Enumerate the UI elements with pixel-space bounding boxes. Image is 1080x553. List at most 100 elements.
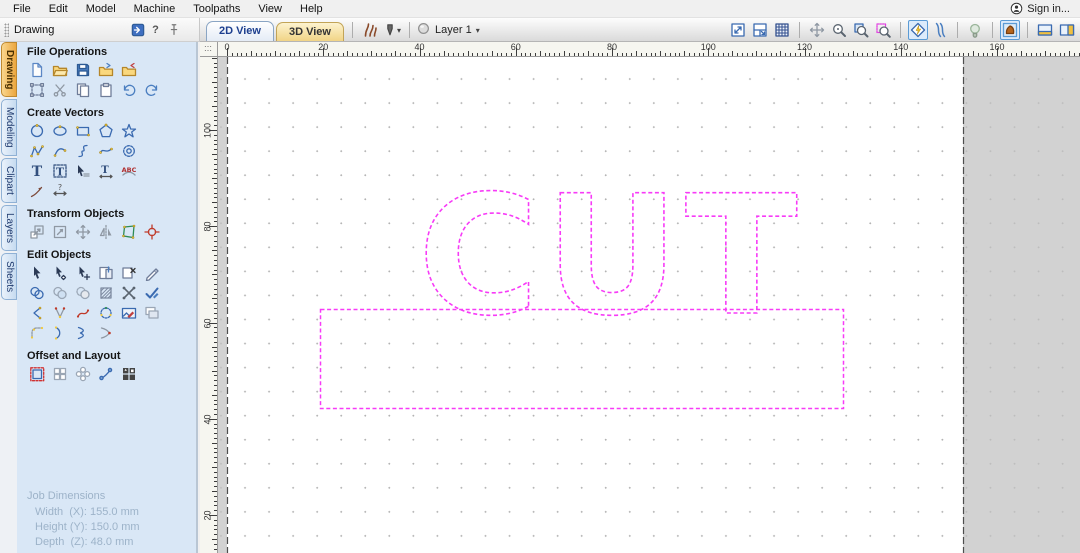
copy-button[interactable]: [73, 81, 93, 99]
select-tool-button[interactable]: [27, 264, 47, 282]
draw-curve-button[interactable]: [73, 142, 93, 160]
crop-picture-button[interactable]: [142, 304, 162, 322]
zoom-interactive-button[interactable]: [829, 20, 849, 40]
draw-smooth-curve-button[interactable]: [96, 142, 116, 160]
toggle-snapping-button[interactable]: [908, 20, 928, 40]
side-tab-sheets[interactable]: Sheets: [1, 253, 17, 300]
circular-copy-button[interactable]: [73, 365, 93, 383]
side-tab-layers[interactable]: Layers: [1, 205, 17, 251]
vector-text-cut[interactable]: CUT: [418, 160, 804, 352]
open-file-button[interactable]: [50, 61, 70, 79]
measure-tool-button[interactable]: ?: [50, 182, 70, 200]
menu-edit[interactable]: Edit: [40, 2, 77, 16]
set-position-button[interactable]: [50, 223, 70, 241]
zoom-selected-button[interactable]: [873, 20, 893, 40]
weld-vectors-button[interactable]: [27, 284, 47, 302]
vector-trim-button[interactable]: [119, 284, 139, 302]
export-vectors-button[interactable]: [119, 61, 139, 79]
toggle-shading-button[interactable]: [965, 20, 985, 40]
node-edit-tool-button[interactable]: [50, 264, 70, 282]
menu-toolpaths[interactable]: Toolpaths: [184, 2, 249, 16]
tab-3d-view[interactable]: 3D View: [276, 22, 344, 41]
draw-polyline-button[interactable]: [27, 142, 47, 160]
draw-arc-button[interactable]: [50, 142, 70, 160]
draw-text-button[interactable]: T: [27, 162, 47, 180]
join-vectors-line-button[interactable]: [50, 324, 70, 342]
subtract-vectors-button[interactable]: [50, 284, 70, 302]
measure-pen-tool-button[interactable]: [142, 264, 162, 282]
toggle-guides-button[interactable]: [930, 20, 950, 40]
side-tab-modeling[interactable]: Modeling: [1, 99, 17, 156]
zoom-box-button[interactable]: [851, 20, 871, 40]
trim-overlap-button[interactable]: [73, 284, 93, 302]
menu-model[interactable]: Model: [77, 2, 125, 16]
draw-star-button[interactable]: [119, 122, 139, 140]
offset-vectors-button[interactable]: [27, 365, 47, 383]
delete-object-tool-button[interactable]: [119, 264, 139, 282]
menu-view[interactable]: View: [249, 2, 291, 16]
draw-dimension-button[interactable]: [27, 182, 47, 200]
text-selection-button[interactable]: [73, 162, 93, 180]
set-size-button[interactable]: [27, 223, 47, 241]
undo-button[interactable]: [119, 81, 139, 99]
menu-help[interactable]: Help: [291, 2, 332, 16]
pan-view-button[interactable]: [807, 20, 827, 40]
job-setup-button[interactable]: [27, 81, 47, 99]
dock-panel-button[interactable]: [130, 22, 145, 37]
ruler-tick: [631, 53, 632, 57]
toggle-material-button[interactable]: [1000, 20, 1020, 40]
toggle-grid-button[interactable]: [772, 20, 792, 40]
draw-ellipse-button[interactable]: [50, 122, 70, 140]
new-file-button[interactable]: [27, 61, 47, 79]
ruler-origin-box[interactable]: ⋯⋯: [200, 42, 218, 57]
interactive-move-tool-button[interactable]: [73, 264, 93, 282]
tile-windows-button[interactable]: [750, 20, 770, 40]
layout-vertical-split-button[interactable]: [1057, 20, 1077, 40]
distort-button[interactable]: [119, 223, 139, 241]
pin-panel-button[interactable]: [166, 22, 181, 37]
fillet-vectors-button[interactable]: [27, 324, 47, 342]
menu-machine[interactable]: Machine: [125, 2, 185, 16]
letter-spacing-tool-button[interactable]: T: [96, 162, 116, 180]
join-vectors-move-button[interactable]: [96, 324, 116, 342]
panel-drag-handle[interactable]: [4, 23, 9, 37]
paste-button[interactable]: [96, 81, 116, 99]
side-tab-clipart[interactable]: Clipart: [1, 158, 17, 203]
fit-lines-button[interactable]: [50, 304, 70, 322]
material-texture-button[interactable]: [360, 20, 380, 40]
vector-validator-button[interactable]: [142, 284, 162, 302]
join-vectors-curve-button[interactable]: [73, 324, 93, 342]
copy-along-vector-button[interactable]: [96, 365, 116, 383]
cut-button[interactable]: [50, 81, 70, 99]
2d-drawing-canvas[interactable]: CUT: [218, 57, 1080, 553]
draw-text-box-button[interactable]: T: [50, 162, 70, 180]
nest-parts-button[interactable]: [119, 365, 139, 383]
draw-gear-button[interactable]: [119, 142, 139, 160]
import-vectors-button[interactable]: [96, 61, 116, 79]
help-button[interactable]: ?: [148, 22, 163, 37]
fit-arcs-button[interactable]: [27, 304, 47, 322]
close-vector-button[interactable]: [96, 304, 116, 322]
layer-selector[interactable]: Layer 1 ▾: [416, 21, 480, 39]
array-copy-button[interactable]: [50, 365, 70, 383]
layout-horizontal-split-button[interactable]: [1035, 20, 1055, 40]
menu-file[interactable]: File: [4, 2, 40, 16]
object-clipboard-tool-button[interactable]: [96, 264, 116, 282]
redo-button[interactable]: [142, 81, 162, 99]
move-button[interactable]: [73, 223, 93, 241]
sign-in-button[interactable]: Sign in...: [1010, 2, 1080, 15]
tool-database-button[interactable]: ▾: [382, 20, 402, 40]
side-tab-drawing[interactable]: Drawing: [1, 42, 17, 97]
crosshatch-fill-button[interactable]: [96, 284, 116, 302]
draw-circle-button[interactable]: [27, 122, 47, 140]
fit-to-window-button[interactable]: [728, 20, 748, 40]
text-on-curve-button[interactable]: ABC: [119, 162, 139, 180]
align-objects-button[interactable]: [142, 223, 162, 241]
mirror-button[interactable]: [96, 223, 116, 241]
fit-curves-button[interactable]: [73, 304, 93, 322]
edit-picture-button[interactable]: [119, 304, 139, 322]
tab-2d-view[interactable]: 2D View: [206, 21, 274, 41]
save-file-button[interactable]: [73, 61, 93, 79]
draw-rectangle-button[interactable]: [73, 122, 93, 140]
draw-polygon-button[interactable]: [96, 122, 116, 140]
